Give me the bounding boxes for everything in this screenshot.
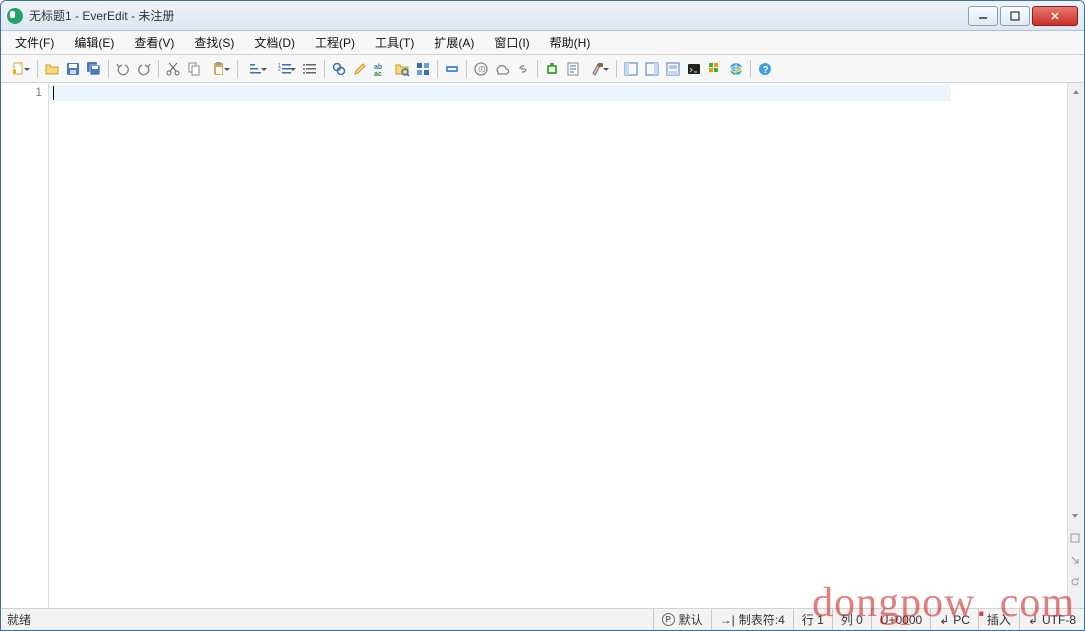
text-editor[interactable] [49,83,1067,608]
status-lineend[interactable]: ↲ PC [930,609,978,630]
save-button[interactable] [63,59,83,79]
menu-document[interactable]: 文档(D) [244,31,305,54]
copy-button[interactable] [184,59,204,79]
line-gutter: 1 [1,83,49,608]
cloud-button[interactable] [492,59,512,79]
panel-bottom-button[interactable] [663,59,683,79]
p-icon: P [662,613,675,626]
tab-arrow-icon: →| [720,613,735,627]
panel-right-button[interactable] [642,59,662,79]
find-button[interactable] [329,59,349,79]
minimize-button[interactable] [968,6,998,26]
undo-button[interactable] [113,59,133,79]
highlight-button[interactable] [413,59,433,79]
menu-search[interactable]: 查找(S) [184,31,244,54]
menubar: 文件(F) 编辑(E) 查看(V) 查找(S) 文档(D) 工程(P) 工具(T… [1,31,1084,55]
vertical-scrollbar[interactable] [1067,83,1084,608]
menu-edit[interactable]: 编辑(E) [64,31,124,54]
text-caret [53,86,54,100]
help-button[interactable]: ? [755,59,775,79]
script-button[interactable] [563,59,583,79]
app-icon [7,8,23,24]
panel-left-button[interactable] [621,59,641,79]
menu-view[interactable]: 查看(V) [124,31,184,54]
lineend-arrow-icon: ↲ [939,613,949,627]
terminal-button[interactable] [684,59,704,79]
titlebar[interactable]: 无标题1 - EverEdit - 未注册 [1,1,1084,31]
status-ready: 就绪 [1,611,653,628]
paste-button[interactable] [205,59,233,79]
bookmark-button[interactable] [442,59,462,79]
editor-area: 1 [1,83,1084,608]
menu-window[interactable]: 窗口(I) [484,31,539,54]
status-line[interactable]: 行 1 [793,609,832,630]
close-button[interactable] [1032,6,1078,26]
plugin-button[interactable] [542,59,562,79]
save-all-button[interactable] [84,59,104,79]
svg-text:?: ? [763,65,769,76]
encoding-button[interactable]: の [471,59,491,79]
status-col[interactable]: 列 0 [832,609,871,630]
scroll-down-icon[interactable] [1069,510,1081,522]
replace-button[interactable]: abac [371,59,391,79]
new-file-button[interactable] [5,59,33,79]
svg-text:ac: ac [374,71,382,77]
list-order-button[interactable]: 12 [271,59,299,79]
sort-button[interactable] [242,59,270,79]
menu-project[interactable]: 工程(P) [305,31,365,54]
menu-tools[interactable]: 工具(T) [365,31,424,54]
status-tab-label: 制表符:4 [739,611,785,628]
grid-button[interactable] [705,59,725,79]
svg-text:ab: ab [374,64,382,71]
status-encoding-label: UTF-8 [1042,613,1076,627]
find-in-files-button[interactable] [392,59,412,79]
svg-text:の: の [478,65,486,74]
encoding-arrow-icon: ↲ [1028,613,1038,627]
svg-text:2: 2 [278,67,281,73]
current-line-highlight [49,85,951,101]
cut-button[interactable] [163,59,183,79]
status-default-label: 默认 [679,611,703,628]
maximize-button[interactable] [1000,6,1030,26]
window-controls [968,6,1078,26]
window-title: 无标题1 - EverEdit - 未注册 [29,7,968,24]
status-unicode[interactable]: U+0000 [871,609,930,630]
status-lineend-label: PC [953,613,970,627]
toolbar: 12 abac の ? [1,55,1084,83]
status-insert[interactable]: 插入 [978,609,1019,630]
build-button[interactable] [584,59,612,79]
refresh-icon[interactable] [1069,576,1081,588]
open-file-button[interactable] [42,59,62,79]
list-button[interactable] [300,59,320,79]
menu-file[interactable]: 文件(F) [5,31,64,54]
menu-extensions[interactable]: 扩展(A) [424,31,484,54]
arrow-icon[interactable] [1069,554,1081,566]
browser-button[interactable] [726,59,746,79]
statusbar: 就绪 P 默认 →| 制表符:4 行 1 列 0 U+0000 ↲ PC 插入 … [1,608,1084,630]
status-tab[interactable]: →| 制表符:4 [711,609,793,630]
redo-button[interactable] [134,59,154,79]
link-button[interactable] [513,59,533,79]
status-default[interactable]: P 默认 [653,609,711,630]
minimap-icon[interactable] [1069,532,1081,544]
menu-help[interactable]: 帮助(H) [540,31,601,54]
status-encoding[interactable]: ↲ UTF-8 [1019,609,1084,630]
line-number: 1 [1,85,42,99]
edit-pencil-button[interactable] [350,59,370,79]
scroll-up-icon[interactable] [1068,83,1084,100]
